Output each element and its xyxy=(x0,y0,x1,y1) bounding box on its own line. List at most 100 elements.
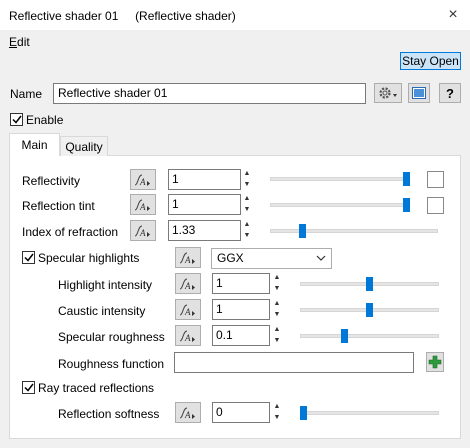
function-icon: A xyxy=(179,304,195,317)
svg-text:A: A xyxy=(139,177,146,187)
spin-up-icon: ▲ xyxy=(243,221,251,228)
spin-up-icon: ▲ xyxy=(273,274,281,281)
specular-highlights-checkbox[interactable] xyxy=(22,251,35,264)
caustic-intensity-slider[interactable] xyxy=(366,303,373,317)
reflection-tint-slider-track xyxy=(270,203,410,207)
function-icon: A xyxy=(179,330,195,343)
checkmark-icon xyxy=(23,253,34,262)
reflection-softness-value[interactable]: 0 xyxy=(212,402,270,423)
name-label: Name xyxy=(10,87,43,101)
caustic-intensity-label: Caustic intensity xyxy=(58,304,146,318)
ray-traced-reflections-label: Ray traced reflections xyxy=(38,381,155,395)
specular-model-select[interactable]: GGX xyxy=(211,248,332,269)
reflectivity-value[interactable]: 1 xyxy=(168,169,241,190)
spin-down-icon: ▼ xyxy=(273,285,281,292)
reflectivity-spinner[interactable]: ▲ ▼ xyxy=(242,169,252,190)
reflectivity-color-swatch[interactable] xyxy=(427,171,444,188)
caustic-intensity-value[interactable]: 1 xyxy=(212,299,270,320)
highlight-intensity-function-button[interactable]: A xyxy=(175,273,201,294)
ior-slider[interactable] xyxy=(299,224,306,238)
svg-text:A: A xyxy=(139,228,146,238)
svg-text:A: A xyxy=(184,307,191,317)
tab-quality[interactable]: Quality xyxy=(60,136,108,156)
spin-down-icon: ▼ xyxy=(243,181,251,188)
ior-function-button[interactable]: A xyxy=(130,220,156,241)
ray-traced-reflections-checkbox[interactable] xyxy=(22,381,35,394)
close-button[interactable]: × xyxy=(443,6,463,24)
highlight-intensity-value[interactable]: 1 xyxy=(212,273,270,294)
svg-text:A: A xyxy=(184,281,191,291)
checkmark-icon xyxy=(11,115,22,124)
specular-roughness-slider[interactable] xyxy=(341,329,348,343)
enable-label: Enable xyxy=(26,113,64,127)
add-function-button[interactable] xyxy=(426,352,444,372)
caustic-intensity-function-button[interactable]: A xyxy=(175,299,201,320)
highlight-intensity-slider[interactable] xyxy=(366,277,373,291)
spin-down-icon: ▼ xyxy=(273,414,281,421)
specular-roughness-function-button[interactable]: A xyxy=(175,325,201,346)
reflection-tint-color-swatch[interactable] xyxy=(427,197,444,214)
caustic-intensity-spinner[interactable]: ▲ ▼ xyxy=(272,299,282,320)
reflection-tint-function-button[interactable]: A xyxy=(130,194,156,215)
enable-checkbox[interactable] xyxy=(10,113,23,126)
reflection-softness-spinner[interactable]: ▲ ▼ xyxy=(272,402,282,423)
ior-slider-track xyxy=(270,229,438,233)
roughness-function-field[interactable] xyxy=(174,352,414,373)
function-icon: A xyxy=(179,407,195,420)
menu-edit[interactable]: Edit xyxy=(9,35,30,49)
spin-up-icon: ▲ xyxy=(273,326,281,333)
preview-icon xyxy=(412,87,426,99)
spin-down-icon: ▼ xyxy=(273,311,281,318)
specular-highlights-function-button[interactable]: A xyxy=(175,247,201,268)
spin-up-icon: ▲ xyxy=(273,403,281,410)
specular-roughness-spinner[interactable]: ▲ ▼ xyxy=(272,325,282,346)
ior-spinner[interactable]: ▲ ▼ xyxy=(242,220,252,241)
reflection-tint-spinner[interactable]: ▲ ▼ xyxy=(242,194,252,215)
reflection-tint-label: Reflection tint xyxy=(22,199,95,213)
highlight-intensity-spinner[interactable]: ▲ ▼ xyxy=(272,273,282,294)
svg-text:A: A xyxy=(184,255,191,265)
reflection-softness-label: Reflection softness xyxy=(58,407,160,421)
menu-edit-rest: dit xyxy=(17,35,30,49)
ior-value[interactable]: 1.33 xyxy=(168,220,241,241)
specular-roughness-slider-track xyxy=(300,334,439,338)
name-field[interactable]: Reflective shader 01 xyxy=(53,83,366,104)
svg-text:A: A xyxy=(184,333,191,343)
function-icon: A xyxy=(134,225,150,238)
function-icon: A xyxy=(179,252,195,265)
chevron-down-icon xyxy=(316,255,326,261)
tab-main[interactable]: Main xyxy=(9,133,60,156)
spin-down-icon: ▼ xyxy=(273,337,281,344)
spin-down-icon: ▼ xyxy=(243,232,251,239)
reflectivity-label: Reflectivity xyxy=(22,174,81,188)
roughness-function-label: Roughness function xyxy=(58,357,165,371)
svg-text:A: A xyxy=(139,202,146,212)
plus-icon xyxy=(428,355,442,369)
spin-up-icon: ▲ xyxy=(243,195,251,202)
specular-roughness-label: Specular roughness xyxy=(58,330,165,344)
function-icon: A xyxy=(179,278,195,291)
reflectivity-function-button[interactable]: A xyxy=(130,169,156,190)
function-icon: A xyxy=(134,174,150,187)
specular-roughness-value[interactable]: 0.1 xyxy=(212,325,270,346)
preview-button[interactable] xyxy=(408,83,430,103)
reflection-softness-function-button[interactable]: A xyxy=(175,402,201,423)
reflection-softness-slider[interactable] xyxy=(300,406,307,420)
spin-up-icon: ▲ xyxy=(243,170,251,177)
stay-open-button[interactable]: Stay Open xyxy=(400,52,461,70)
settings-button[interactable] xyxy=(374,83,402,103)
highlight-intensity-label: Highlight intensity xyxy=(58,278,153,292)
reflectivity-slider-track xyxy=(270,177,410,181)
ior-label: Index of refraction xyxy=(22,225,119,239)
svg-text:A: A xyxy=(184,410,191,420)
reflection-softness-slider-track xyxy=(300,411,439,415)
reflection-tint-value[interactable]: 1 xyxy=(168,194,241,215)
reflection-tint-slider[interactable] xyxy=(403,198,410,212)
spin-up-icon: ▲ xyxy=(273,300,281,307)
window-title: Reflective shader 01 (Reflective shader) xyxy=(9,9,236,23)
menu-edit-mnemonic: E xyxy=(9,35,18,49)
function-icon: A xyxy=(134,199,150,212)
specular-highlights-label: Specular highlights xyxy=(38,251,140,265)
reflectivity-slider[interactable] xyxy=(403,172,410,186)
help-button[interactable]: ? xyxy=(439,83,461,103)
